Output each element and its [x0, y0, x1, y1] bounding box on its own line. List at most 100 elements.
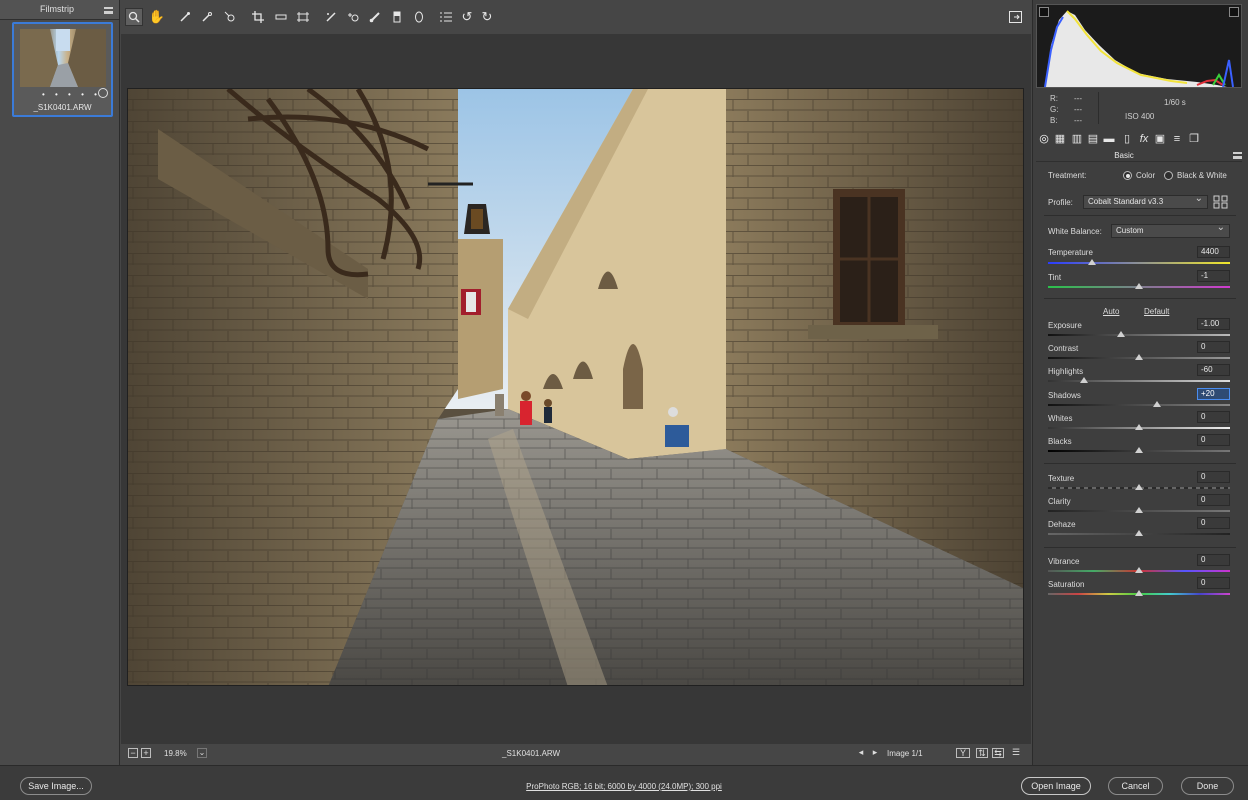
next-image-icon[interactable]: ▸	[870, 748, 880, 758]
hsl-icon[interactable]: ▤	[1087, 133, 1099, 145]
highlights-label: Highlights	[1048, 367, 1084, 376]
hand-icon[interactable]: ✋	[148, 8, 166, 26]
saturation-slider-thumb[interactable]	[1135, 590, 1143, 596]
shadows-slider[interactable]	[1048, 404, 1230, 406]
detail-icon[interactable]: ▥	[1071, 133, 1083, 145]
vibrance-value[interactable]: 0	[1197, 554, 1230, 566]
temperature-value[interactable]: 4400	[1197, 246, 1230, 258]
profile-browser-icon[interactable]	[1213, 195, 1228, 209]
clarity-slider-thumb[interactable]	[1135, 507, 1143, 513]
straighten-icon[interactable]	[272, 8, 290, 26]
filmstrip-thumbnail[interactable]: • • • • • _S1K0401.ARW	[12, 22, 113, 117]
zoom-icon[interactable]	[125, 8, 143, 26]
panel-menu-icon[interactable]	[1233, 152, 1242, 159]
blacks-slider-thumb[interactable]	[1135, 447, 1143, 453]
view-settings-icon[interactable]: ☰	[1009, 748, 1023, 758]
previous-image-icon[interactable]: ◂	[856, 748, 866, 758]
default-link[interactable]: Default	[1144, 307, 1169, 316]
highlights-slider-thumb[interactable]	[1080, 377, 1089, 383]
targeted-adjustment-icon[interactable]	[221, 8, 239, 26]
temperature-slider[interactable]	[1048, 262, 1230, 264]
exposure-value[interactable]: -1.00	[1197, 318, 1230, 330]
color-sampler-icon[interactable]	[198, 8, 216, 26]
shutter-speed: 1/60 s	[1164, 98, 1186, 107]
b-label: B:	[1050, 116, 1058, 125]
treatment-color-label[interactable]: Color	[1136, 171, 1155, 180]
b-value: ---	[1074, 116, 1082, 125]
presets-icon[interactable]: ≡	[1171, 133, 1183, 145]
auto-link[interactable]: Auto	[1103, 307, 1119, 316]
done-button[interactable]: Done	[1181, 777, 1234, 795]
saturation-value[interactable]: 0	[1197, 577, 1230, 589]
white-balance-select[interactable]: Custom	[1111, 222, 1230, 238]
contrast-value[interactable]: 0	[1197, 341, 1230, 353]
crop-icon[interactable]	[249, 8, 267, 26]
graduated-filter-icon[interactable]	[388, 8, 406, 26]
filmstrip-title: Filmstrip	[40, 4, 74, 14]
clarity-label: Clarity	[1048, 497, 1071, 506]
basic-panel-icon[interactable]: ◎	[1038, 133, 1050, 145]
dehaze-slider-thumb[interactable]	[1135, 530, 1143, 536]
spot-removal-icon[interactable]	[322, 8, 340, 26]
zoom-dropdown-icon[interactable]: ⌄	[197, 748, 207, 758]
split-toning-icon[interactable]: ▬	[1103, 133, 1115, 145]
cancel-button[interactable]: Cancel	[1108, 777, 1163, 795]
zoom-level[interactable]: 19.8%	[164, 749, 187, 758]
red-eye-icon[interactable]	[344, 8, 362, 26]
before-after-y-icon[interactable]: Y	[956, 748, 970, 758]
rotate-right-icon[interactable]: ↻	[478, 8, 496, 26]
open-image-button[interactable]: Open Image	[1021, 777, 1091, 795]
treatment-bw-label[interactable]: Black & White	[1177, 171, 1227, 180]
exposure-slider[interactable]	[1048, 334, 1230, 336]
effects-icon[interactable]: fx	[1138, 133, 1150, 145]
copy-settings-icon[interactable]: ⇆	[992, 748, 1004, 758]
bottom-bar: Save Image... ProPhoto RGB; 16 bit; 6000…	[0, 765, 1248, 800]
calibration-icon[interactable]: ▣	[1154, 133, 1166, 145]
fullscreen-toggle-icon[interactable]	[1006, 8, 1024, 26]
tint-value[interactable]: -1	[1197, 270, 1230, 282]
thumbnail-rating[interactable]: • • • • •	[42, 90, 101, 99]
tone-curve-icon[interactable]: ▦	[1054, 133, 1066, 145]
zoom-in-button[interactable]: +	[141, 748, 151, 758]
snapshots-icon[interactable]: ❐	[1188, 133, 1200, 145]
texture-value[interactable]: 0	[1197, 471, 1230, 483]
exposure-slider-thumb[interactable]	[1116, 331, 1125, 337]
transform-icon[interactable]	[294, 8, 312, 26]
swap-settings-icon[interactable]: ⇅	[976, 748, 988, 758]
highlights-value[interactable]: -60	[1197, 364, 1230, 376]
tint-label: Tint	[1048, 273, 1062, 282]
radial-filter-icon[interactable]	[410, 8, 428, 26]
preferences-icon[interactable]	[437, 8, 455, 26]
divider	[1044, 547, 1236, 548]
dehaze-value[interactable]: 0	[1197, 517, 1230, 529]
shadows-slider-thumb[interactable]	[1153, 401, 1162, 407]
r-label: R:	[1050, 94, 1058, 103]
clarity-value[interactable]: 0	[1197, 494, 1230, 506]
texture-slider-thumb[interactable]	[1135, 484, 1143, 490]
temperature-slider-thumb[interactable]	[1087, 259, 1096, 265]
zoom-out-button[interactable]: −	[128, 748, 138, 758]
treatment-bw-radio[interactable]	[1164, 171, 1173, 180]
exposure-label: Exposure	[1048, 321, 1082, 330]
photo-preview[interactable]	[127, 88, 1024, 686]
image-counter: Image 1/1	[887, 749, 923, 758]
panel-menu-icon[interactable]	[104, 7, 113, 14]
highlights-slider[interactable]	[1048, 380, 1230, 382]
whites-value[interactable]: 0	[1197, 411, 1230, 423]
shadows-value[interactable]: +20	[1197, 388, 1230, 400]
white-balance-icon[interactable]	[176, 8, 194, 26]
iso-value: ISO 400	[1125, 112, 1155, 121]
profile-select[interactable]: Cobalt Standard v3.3	[1083, 193, 1208, 209]
tint-slider-thumb[interactable]	[1135, 283, 1143, 289]
vibrance-slider-thumb[interactable]	[1135, 567, 1143, 573]
divider	[1044, 298, 1236, 299]
blacks-value[interactable]: 0	[1197, 434, 1230, 446]
contrast-slider-thumb[interactable]	[1135, 354, 1143, 360]
treatment-color-radio[interactable]	[1123, 171, 1132, 180]
rotate-left-icon[interactable]: ↺	[458, 8, 476, 26]
shadows-label: Shadows	[1048, 391, 1081, 400]
thumbnail-filename: _S1K0401.ARW	[33, 103, 92, 112]
lens-corrections-icon[interactable]: ▯	[1121, 133, 1133, 145]
adjustment-brush-icon[interactable]	[366, 8, 384, 26]
whites-slider-thumb[interactable]	[1135, 424, 1143, 430]
